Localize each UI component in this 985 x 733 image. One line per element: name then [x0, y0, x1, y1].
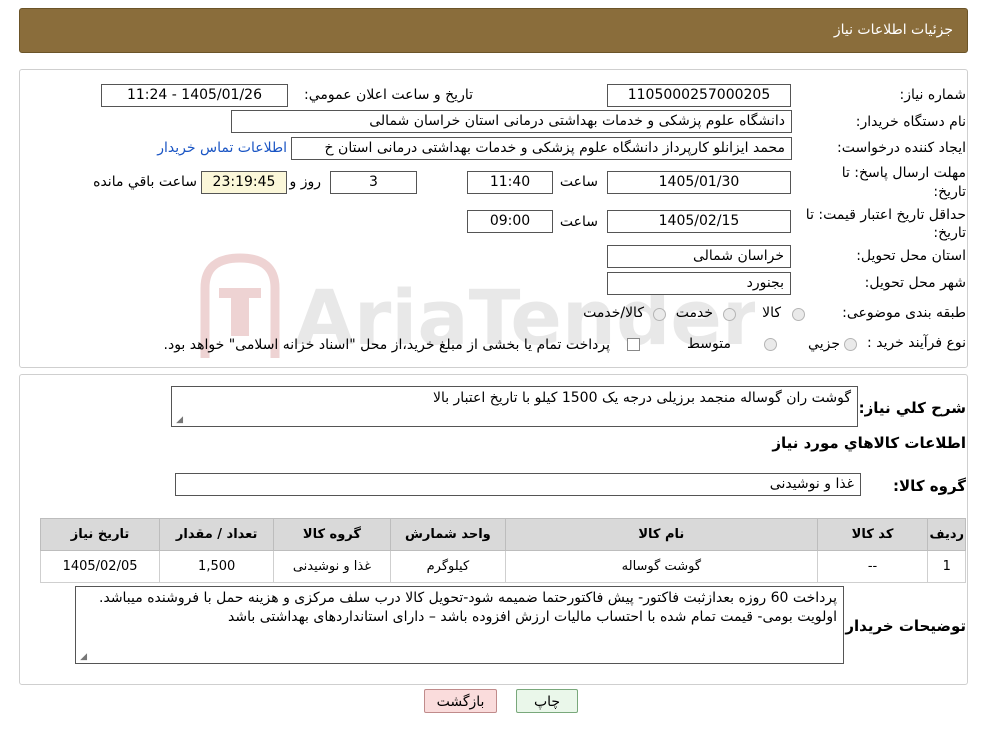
buyer-notes-text: پرداخت 60 روزه بعدازثبت فاکتور- پیش فاکت… [99, 590, 837, 625]
general-desc-text: گوشت ران گوساله منجمد برزیلی درجه یک 150… [432, 390, 851, 406]
resize-handle-icon[interactable]: ◢ [174, 416, 183, 425]
col-item-name: نام کالا [505, 518, 818, 551]
category-service-label: خدمت [675, 305, 713, 321]
cell-need-date: 1405/02/05 [39, 550, 161, 583]
page-title: جزئیات اطلاعات نیاز [833, 22, 953, 38]
validity-time-label: ساعت [559, 214, 598, 230]
goods-group-label: گروه کالا: [893, 477, 966, 495]
col-row-number: رديف [927, 518, 966, 551]
city-label: شهر محل تحويل: [864, 275, 966, 291]
validity-label-line1: حداقل تاريخ اعتبار قيمت: تا [805, 207, 966, 223]
general-desc-label: شرح کلي نياز: [858, 399, 966, 417]
category-goods-radio[interactable] [792, 308, 805, 321]
back-button[interactable]: بازگشت [424, 689, 497, 713]
announce-date-label: تاریخ و ساعت اعلان عمومي: [304, 87, 473, 103]
deadline-label-line2: تاريخ: [933, 184, 966, 200]
cell-group: غذا و نوشیدنی [273, 550, 391, 583]
deadline-time-field: 11:40 [467, 171, 553, 194]
province-label: استان محل تحويل: [856, 248, 966, 264]
buyer-contact-link[interactable]: اطلاعات تماس خريدار [157, 140, 287, 156]
col-need-date: تاريخ نياز [39, 518, 161, 551]
col-unit: واحد شمارش [389, 518, 507, 551]
category-service-radio[interactable] [723, 308, 736, 321]
province-field: خراسان شمالی [607, 245, 791, 268]
buyer-notes-label: توضيحات خريدار: [839, 617, 966, 635]
goods-table: رديف کد کالا نام کالا واحد شمارش گروه کا… [39, 518, 966, 583]
page-header: جزئیات اطلاعات نیاز [19, 8, 968, 53]
validity-date-field: 1405/02/15 [607, 210, 791, 233]
resize-handle-icon[interactable]: ◢ [78, 653, 87, 662]
validity-time-field: 09:00 [467, 210, 553, 233]
treasury-bonds-checkbox[interactable] [627, 338, 640, 351]
process-medium-radio[interactable] [764, 338, 777, 351]
category-goods-service-radio[interactable] [653, 308, 666, 321]
process-type-label: نوع فرآيند خريد : [867, 335, 966, 351]
days-label: روز و [289, 174, 322, 190]
col-item-code: کد کالا [816, 518, 929, 551]
col-quantity: تعداد / مقدار [159, 518, 275, 551]
buyer-org-field: دانشگاه علوم پزشکی و خدمات بهداشتی درمان… [231, 110, 792, 133]
creator-label: ايجاد کننده درخواست: [837, 140, 966, 156]
category-label: طبقه بندی موضوعی: [842, 305, 966, 321]
print-button[interactable]: چاپ [516, 689, 578, 713]
remaining-time-label: ساعت باقي مانده [93, 174, 197, 190]
payment-note: پرداخت تمام یا بخشی از مبلغ خرید،از محل … [163, 337, 610, 353]
deadline-label-line1: مهلت ارسال پاسخ: تا [841, 165, 966, 181]
city-field: بجنورد [607, 272, 791, 295]
col-group: گروه کالا [273, 518, 391, 551]
remaining-time-field: 23:19:45 [201, 171, 287, 194]
process-minor-radio[interactable] [844, 338, 857, 351]
cell-item-code: -- [816, 550, 929, 583]
process-medium-label: متوسط [687, 336, 731, 352]
days-remaining-field: 3 [330, 171, 417, 194]
goods-info-title: اطلاعات کالاهاي مورد نياز [772, 434, 966, 452]
process-minor-label: جزيي [808, 336, 840, 352]
deadline-date-field: 1405/01/30 [607, 171, 791, 194]
goods-group-field: غذا و نوشیدنی [175, 473, 861, 496]
category-goods-label: کالا [762, 305, 781, 321]
goods-table-header: رديف کد کالا نام کالا واحد شمارش گروه کا… [39, 518, 966, 551]
announce-date-field: 1405/01/26 - 11:24 [101, 84, 288, 107]
need-number-label: شماره نیاز: [899, 87, 967, 103]
need-number-field: 1105000257000205 [607, 84, 791, 107]
cell-quantity: 1,500 [159, 550, 275, 583]
validity-label-line2: تاريخ: [933, 225, 966, 241]
general-desc-field: گوشت ران گوساله منجمد برزیلی درجه یک 150… [171, 386, 858, 427]
table-row: 1 -- گوشت گوساله کیلوگرم غذا و نوشیدنی 1… [39, 550, 966, 583]
buyer-org-label: نام دستگاه خريدار: [855, 114, 966, 130]
deadline-time-label: ساعت [559, 174, 598, 190]
creator-field: محمد ایزانلو کارپرداز دانشگاه علوم پزشکی… [291, 137, 792, 160]
buyer-notes-field: پرداخت 60 روزه بعدازثبت فاکتور- پیش فاکت… [75, 586, 844, 664]
cell-unit: کیلوگرم [389, 550, 507, 583]
cell-item-name: گوشت گوساله [505, 550, 818, 583]
cell-row-number: 1 [927, 550, 966, 583]
category-goods-service-label: کالا/خدمت [583, 305, 644, 321]
